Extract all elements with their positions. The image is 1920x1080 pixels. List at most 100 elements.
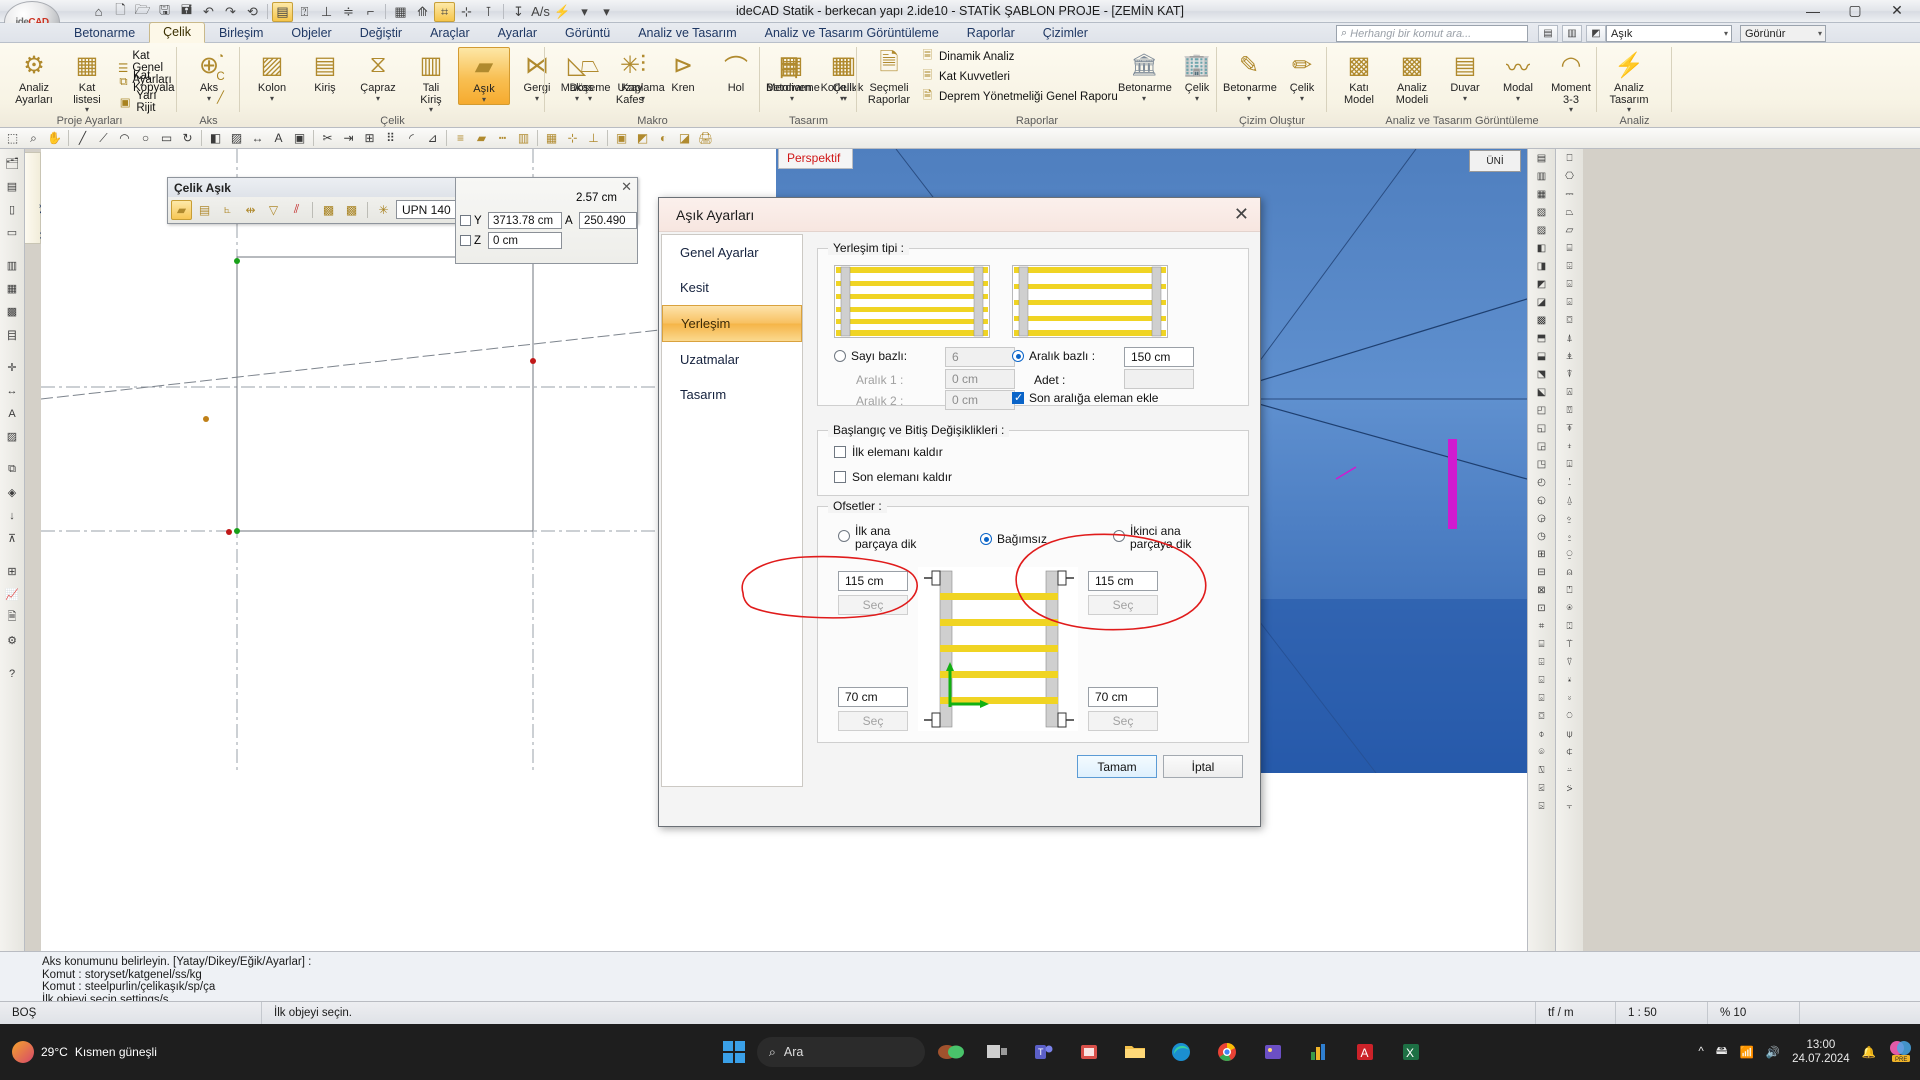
coord-y-input[interactable]: 3713.78 cm (488, 212, 562, 229)
ribbon-tab-raporlar[interactable]: Raporlar (953, 23, 1029, 43)
load-icon[interactable]: ↓ (1, 505, 24, 526)
layers-icon[interactable]: ▤ (1, 176, 24, 197)
purlin-multi-icon[interactable]: ▤ (194, 200, 215, 220)
placement-preview-count-based[interactable] (834, 265, 990, 338)
palette-tool-7[interactable]: ◩ (1529, 275, 1555, 293)
palette-tool-6[interactable]: ⌹ (1557, 257, 1583, 275)
offset-top-left-select-button[interactable]: Seç (838, 595, 908, 615)
ribbon-button-betonarme[interactable]: ✎ Betonarme ▾ (1223, 47, 1277, 103)
remove-last-row[interactable]: Son elemanı kaldır (834, 470, 952, 484)
report-tool-icon[interactable]: 🗎 (1, 607, 24, 628)
dialog-nav-tasarım[interactable]: Tasarım (662, 377, 802, 412)
grid-icon[interactable]: ▦ (390, 2, 411, 22)
view-top-icon[interactable]: ▣ (611, 129, 632, 148)
bell-icon[interactable]: 🔔 (1862, 1045, 1876, 1059)
ribbon-tab-çizimler[interactable]: Çizimler (1029, 23, 1102, 43)
mesh-icon[interactable]: ⊞ (1, 561, 24, 582)
open-folder-icon[interactable]: 🗁 (132, 2, 153, 22)
panel-toggle-icon[interactable]: ▤ (1538, 24, 1558, 42)
chevron-down-icon[interactable]: ▾ (1603, 106, 1655, 114)
dialog-nav-kesit[interactable]: Kesit (662, 270, 802, 305)
wall-tool-icon[interactable]: ▥ (1, 255, 24, 276)
palette-tool-27[interactable]: ⌸ (1529, 635, 1555, 653)
palette-tool-5[interactable]: ◧ (1529, 239, 1555, 257)
placement-preview-spacing-based[interactable] (1012, 265, 1168, 338)
add-last-element-checkbox[interactable] (1012, 391, 1024, 404)
view-cube[interactable]: ÜNİ (1469, 150, 1521, 172)
purlin-taper-icon[interactable]: ▽ (263, 200, 284, 220)
copilot-pre-badge[interactable]: PRE (1888, 1039, 1914, 1066)
lightning-icon[interactable]: ⚡ (552, 2, 573, 22)
extend-icon[interactable]: ⇥ (338, 129, 359, 148)
palette-tool-31[interactable]: ⍥ (1557, 707, 1583, 725)
settings-tool-icon[interactable]: ⚙ (1, 630, 24, 651)
second-perp-radio-row[interactable]: İkinci ana parçaya dik (1113, 525, 1191, 551)
edge-taskbar-button[interactable] (1161, 1032, 1201, 1072)
palette-tool-12[interactable]: ⍒ (1557, 365, 1583, 383)
dialog-nav-uzatmalar[interactable]: Uzatmalar (662, 342, 802, 377)
palette-tool-25[interactable]: ⊡ (1529, 599, 1555, 617)
palette-tool-16[interactable]: ⍖ (1557, 437, 1583, 455)
corner-icon[interactable]: ⌐ (360, 2, 381, 22)
ribbon-tab-objeler[interactable]: Objeler (277, 23, 345, 43)
close-button[interactable]: ✕ (1876, 0, 1918, 21)
copilot-taskbar-icon[interactable] (931, 1032, 971, 1072)
command-history-area[interactable]: Aks konumunu belirleyin. [Yatay/Dikey/Eğ… (0, 951, 1920, 1006)
idecad-taskbar-button[interactable] (1299, 1032, 1339, 1072)
purlin-single-icon[interactable]: ▰ (171, 199, 192, 220)
grid-toggle-icon[interactable]: ▦ (541, 129, 562, 148)
ribbon-button-çelik[interactable]: ✏ Çelik ▾ (1276, 47, 1328, 103)
perp2-icon[interactable]: ⊺ (478, 2, 499, 22)
palette-tool-19[interactable]: ◵ (1529, 491, 1555, 509)
object-select-icon[interactable]: ◩ (1586, 24, 1606, 42)
ribbon-button-uzay-kafes[interactable]: ✳ Uzay Kafes (604, 47, 656, 106)
beam-tool-icon[interactable]: ▭ (1, 222, 24, 243)
dialog-cancel-button[interactable]: İptal (1163, 755, 1243, 778)
ribbon-button-kolon[interactable]: ▨ Kolon ▾ (246, 47, 298, 103)
linetype-icon[interactable]: ┅ (492, 129, 513, 148)
help-tool-icon[interactable]: ? (1, 663, 24, 684)
node-icon[interactable]: ◈ (1, 482, 24, 503)
snap-toggle-icon[interactable]: ⊹ (562, 129, 583, 148)
palette-tool-1[interactable]: ⎔ (1557, 167, 1583, 185)
pan-icon[interactable]: ✋ (44, 129, 65, 148)
coord-y-checkbox[interactable] (460, 215, 471, 226)
panel-split-icon[interactable]: ▥ (1562, 24, 1582, 42)
palette-tool-28[interactable]: ⍢ (1557, 653, 1583, 671)
qat-overflow-icon[interactable]: ▾ (596, 2, 617, 22)
autocad-taskbar-button[interactable]: A (1345, 1032, 1385, 1072)
ribbon-button-betonarme-report[interactable]: 🏛 Betonarme ▾ (1118, 47, 1172, 103)
ribbon-command-axis-circular-icon[interactable]: ◔ (213, 50, 232, 64)
active-object-combo[interactable]: Aşık ▾ (1606, 25, 1732, 42)
chevron-down-icon[interactable]: ▾ (352, 94, 404, 103)
palette-tool-13[interactable]: ⬕ (1529, 383, 1555, 401)
palette-tool-32[interactable]: ⍦ (1557, 725, 1583, 743)
dialog-close-icon[interactable]: ✕ (1234, 204, 1249, 225)
undo-icon[interactable]: ↶ (198, 2, 219, 22)
palette-tool-5[interactable]: ⌸ (1557, 239, 1583, 257)
group-icon[interactable]: ⧉ (1, 459, 24, 480)
polyline-icon[interactable]: ⟋ (93, 129, 114, 148)
palette-tool-29[interactable]: ⌺ (1529, 671, 1555, 689)
minimize-button[interactable]: — (1792, 0, 1834, 21)
volume-icon[interactable]: 🔊 (1766, 1045, 1780, 1059)
dim-icon[interactable]: ↧ (508, 2, 529, 22)
palette-tool-0[interactable]: ⎕ (1557, 149, 1583, 167)
ribbon-button-analiz-ayarları[interactable]: ⚙ Analiz Ayarları (8, 47, 60, 106)
text-tool-icon[interactable]: A (268, 129, 289, 148)
plot-icon[interactable]: 🖨 (695, 129, 716, 148)
rect-icon[interactable]: ▭ (156, 129, 177, 148)
perp-icon[interactable]: ⊹ (456, 2, 477, 22)
purlin-grid2-icon[interactable]: ▩ (341, 200, 362, 220)
palette-tool-25[interactable]: ⍟ (1557, 599, 1583, 617)
zoom-window-icon[interactable]: ⌕ (23, 129, 44, 148)
arc-icon[interactable]: ◠ (114, 129, 135, 148)
osnap-icon[interactable]: ⌗ (434, 1, 455, 22)
palette-tool-17[interactable]: ⍗ (1557, 455, 1583, 473)
palette-tool-12[interactable]: ⬔ (1529, 365, 1555, 383)
palette-tool-14[interactable]: ◰ (1529, 401, 1555, 419)
remove-first-row[interactable]: İlk elemanı kaldır (834, 445, 943, 459)
palette-tool-30[interactable]: ⌻ (1529, 689, 1555, 707)
palette-tool-22[interactable]: ⊞ (1529, 545, 1555, 563)
ribbon-button-çapraz[interactable]: ⧖ Çapraz ▾ (352, 47, 404, 103)
